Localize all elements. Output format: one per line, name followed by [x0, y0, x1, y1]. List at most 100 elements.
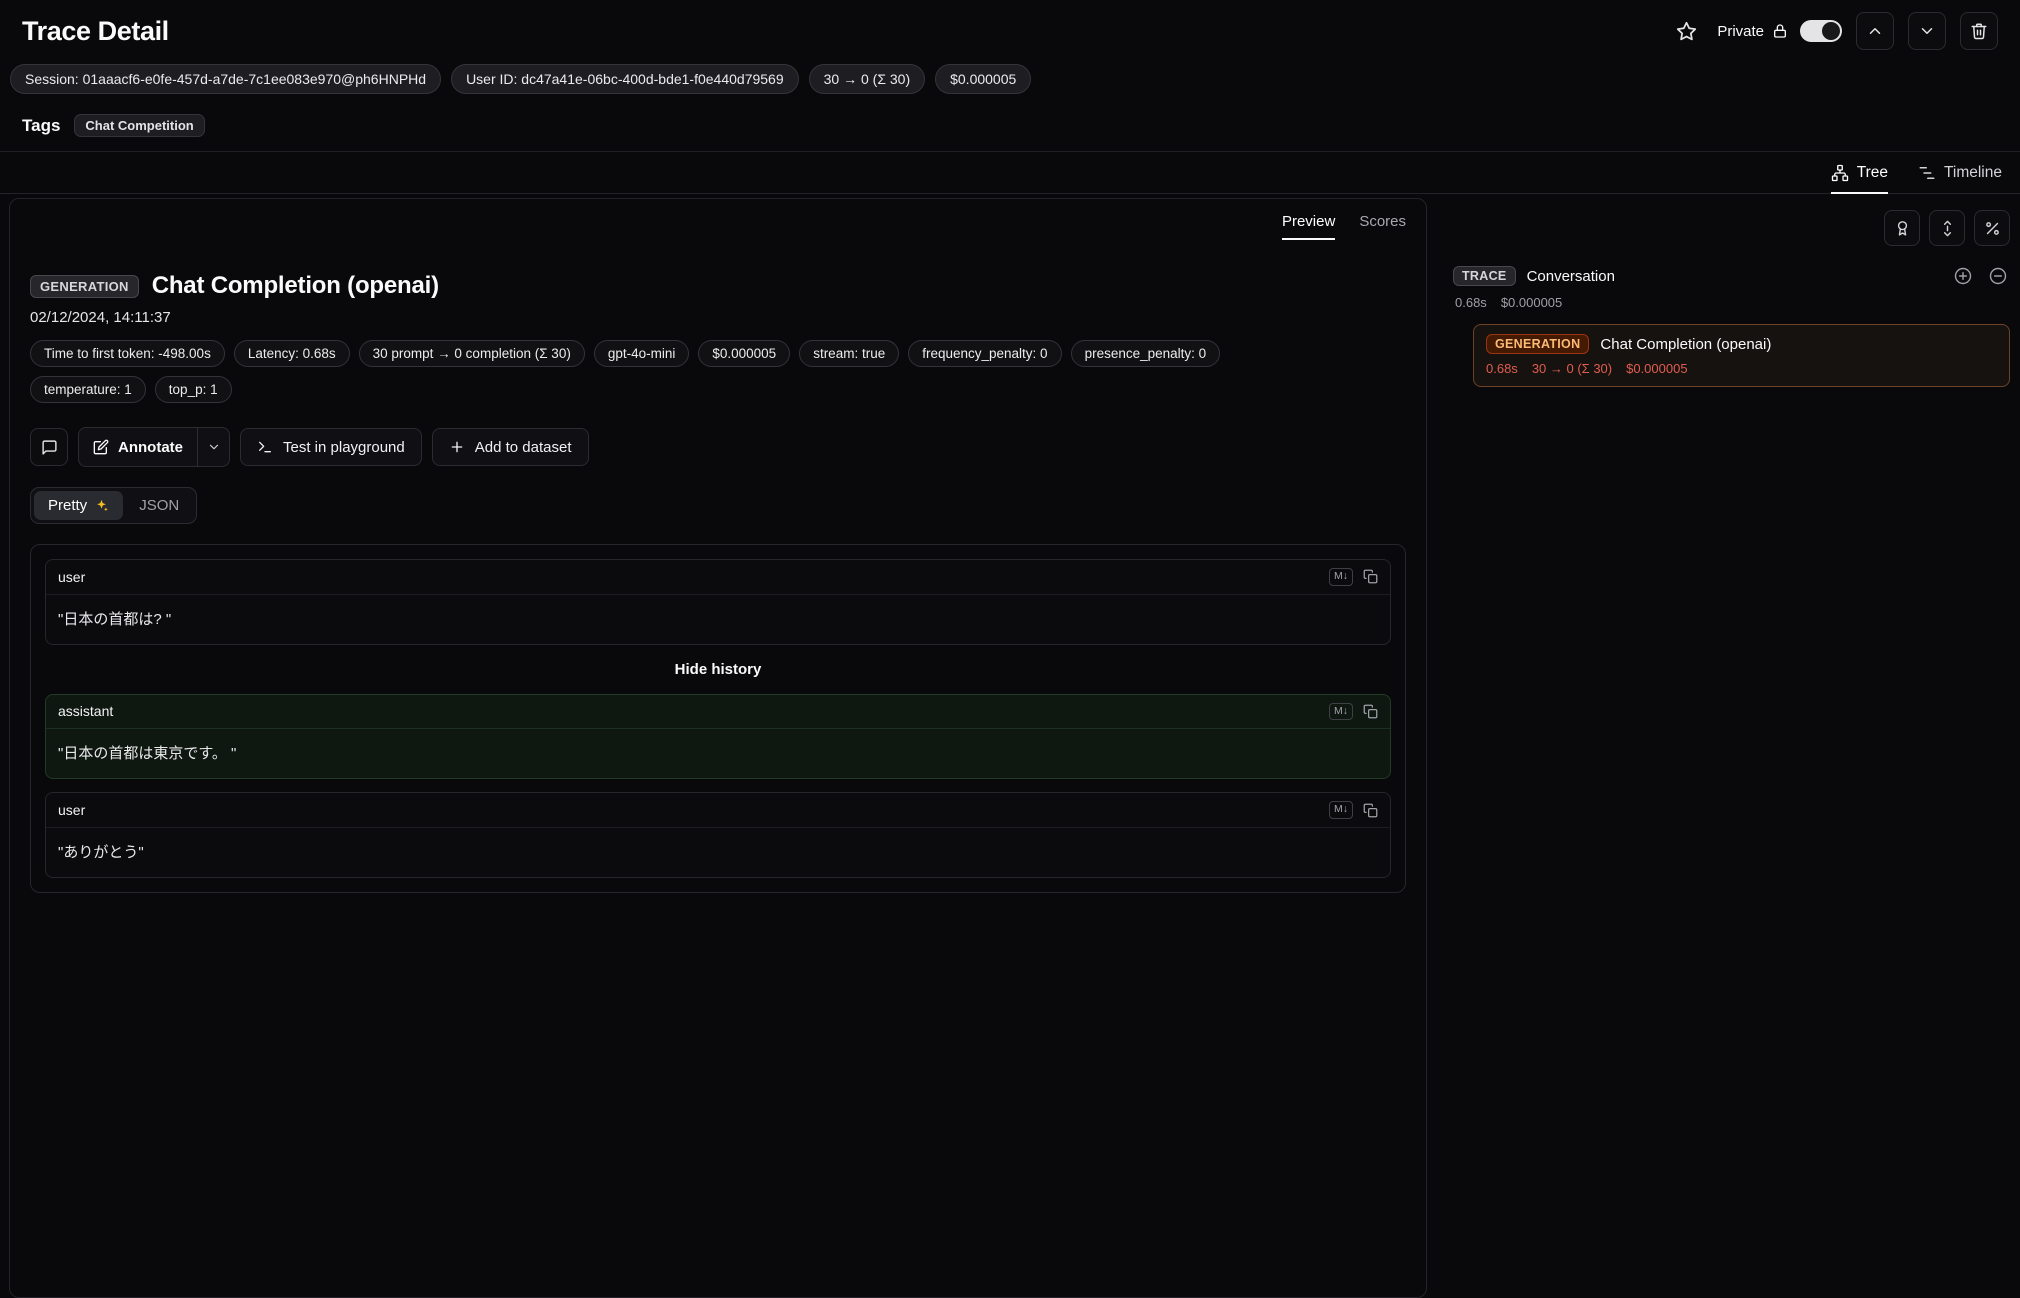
message-role: assistant: [58, 703, 114, 720]
observation-title: Chat Completion (openai): [151, 272, 439, 299]
tree-node-metrics: 0.68s 30 → 0 (Σ 30) $0.000005: [1486, 361, 1997, 376]
copy-icon[interactable]: [1363, 569, 1378, 584]
collapse-node-button[interactable]: [1986, 264, 2010, 288]
message-assistant-1: assistant M↓ "日本の首都は東京です。 ": [45, 693, 1391, 780]
comment-button[interactable]: [30, 428, 68, 466]
message-header: user M↓: [46, 560, 1390, 594]
content-split: Preview Scores GENERATION Chat Completio…: [0, 194, 2020, 1298]
page-title: Trace Detail: [22, 15, 169, 46]
message-role: user: [58, 568, 86, 585]
markdown-toggle-icon[interactable]: M↓: [1329, 801, 1353, 819]
attribute-pill: temperature: 1: [30, 376, 146, 403]
cost-badge: $0.000005: [935, 64, 1032, 94]
unfold-vertical-icon: [1943, 220, 1951, 236]
trace-title: Conversation: [1526, 267, 1615, 285]
plus-circle-icon: [1954, 267, 1972, 285]
toggle-knob: [1822, 22, 1840, 40]
generation-type-badge: GENERATION: [1486, 334, 1590, 354]
percent-icon: [1985, 221, 1999, 235]
annotations-toggle-button[interactable]: [1884, 210, 1920, 246]
next-trace-button[interactable]: [1908, 12, 1946, 50]
trace-latency: 0.68s: [1455, 295, 1487, 310]
view-tab-bar: Tree Timeline: [0, 152, 2020, 194]
pretty-toggle[interactable]: Pretty: [34, 491, 124, 520]
star-bookmark-button[interactable]: [1669, 14, 1703, 48]
json-toggle[interactable]: JSON: [125, 491, 193, 520]
expand-node-button[interactable]: [1951, 264, 1975, 288]
markdown-toggle-icon[interactable]: M↓: [1329, 702, 1353, 721]
tree-icon: [1831, 164, 1848, 182]
chevron-up-icon: [1869, 28, 1881, 34]
annotate-split-button: Annotate: [78, 427, 230, 467]
annotate-dropdown-button[interactable]: [197, 428, 229, 466]
trace-detail-page: Trace Detail Private Session: 01aaacf6-e…: [0, 0, 2020, 1298]
copy-icon[interactable]: [1363, 704, 1378, 719]
tree-node-generation[interactable]: GENERATION Chat Completion (openai) 0.68…: [1473, 324, 2010, 387]
annotate-label: Annotate: [118, 438, 183, 456]
copy-icon[interactable]: [1363, 803, 1378, 818]
trace-tree-panel: TRACE Conversation 0.68s $0.000005 GENER…: [1453, 198, 2010, 387]
comment-icon: [41, 439, 57, 455]
observation-timestamp: 02/12/2024, 14:11:37: [30, 309, 171, 326]
tag-chat-competition[interactable]: Chat Competition: [74, 114, 205, 137]
tree-node-title: Chat Completion (openai): [1600, 335, 1772, 353]
show-scores-button[interactable]: [1974, 210, 2010, 246]
expand-collapse-all-button[interactable]: [1929, 210, 1965, 246]
node-cost: $0.000005: [1626, 361, 1688, 376]
trash-icon: [1971, 23, 1987, 40]
privacy-control: Private: [1717, 20, 1842, 42]
previous-trace-button[interactable]: [1856, 12, 1894, 50]
add-to-dataset-button[interactable]: Add to dataset: [431, 428, 589, 466]
annotate-button[interactable]: Annotate: [79, 428, 197, 466]
trace-type-badge: TRACE: [1453, 266, 1516, 286]
markdown-toggle-icon[interactable]: M↓: [1329, 568, 1353, 586]
attribute-pill: frequency_penalty: 0: [908, 340, 1062, 367]
pretty-label: Pretty: [48, 497, 88, 514]
terminal-icon: [259, 441, 271, 453]
tags-label: Tags: [22, 115, 61, 135]
message-user-2: user M↓ "ありがとう": [45, 792, 1391, 878]
tree-node-header: GENERATION Chat Completion (openai): [1486, 334, 1997, 354]
message-icons: M↓: [1329, 568, 1378, 586]
message-icons: M↓: [1329, 702, 1378, 721]
message-header: user M↓: [46, 793, 1390, 827]
node-latency: 0.68s: [1486, 361, 1518, 376]
tab-scores[interactable]: Scores: [1359, 213, 1406, 240]
trace-cost: $0.000005: [1500, 295, 1563, 310]
top-bar: Trace Detail Private: [0, 0, 2020, 56]
message-content: "ありがとう": [46, 826, 1390, 877]
observation-detail-card: Preview Scores GENERATION Chat Completio…: [9, 198, 1427, 1298]
observation-type-badge: GENERATION: [30, 274, 139, 298]
hide-history-button[interactable]: Hide history: [45, 658, 1391, 681]
delete-trace-button[interactable]: [1960, 12, 1998, 50]
generation-header: GENERATION Chat Completion (openai): [30, 272, 1406, 300]
action-buttons-row: Annotate Test in playground Add to datas…: [30, 427, 1406, 467]
attribute-pill: presence_penalty: 0: [1070, 340, 1221, 367]
json-label: JSON: [139, 497, 180, 514]
tab-timeline[interactable]: Timeline: [1918, 164, 2002, 194]
trace-root-row[interactable]: TRACE Conversation: [1453, 264, 2010, 288]
star-icon: [1676, 21, 1696, 40]
attribute-pill: Time to first token: -498.00s: [30, 340, 225, 367]
test-in-playground-button[interactable]: Test in playground: [240, 428, 422, 466]
messages-container: user M↓ "日本の首都は? " Hide history assistan…: [30, 544, 1406, 893]
message-header: assistant M↓: [46, 695, 1390, 729]
sparkles-icon: [97, 499, 108, 512]
message-content: "日本の首都は東京です。 ": [46, 728, 1390, 778]
token-usage-badge: 30 → 0 (Σ 30): [808, 64, 926, 94]
message-role: user: [58, 802, 86, 819]
public-share-toggle[interactable]: [1800, 20, 1842, 42]
meta-badges-row: Session: 01aaacf6-e0fe-457d-a7de-7c1ee08…: [0, 56, 2020, 100]
chevron-down-icon: [209, 444, 218, 450]
tab-tree[interactable]: Tree: [1830, 164, 1888, 194]
tab-timeline-label: Timeline: [1944, 164, 2002, 181]
minus-circle-icon: [1989, 267, 2007, 285]
attribute-pill: top_p: 1: [154, 376, 232, 403]
attribute-pill: 30 prompt → 0 completion (Σ 30): [358, 340, 585, 367]
chevron-down-icon: [1921, 28, 1933, 34]
user-id-badge[interactable]: User ID: dc47a41e-06bc-400d-bde1-f0e440d…: [451, 64, 799, 94]
session-badge[interactable]: Session: 01aaacf6-e0fe-457d-a7de-7c1ee08…: [10, 64, 442, 94]
plus-icon: [451, 441, 463, 453]
tab-preview[interactable]: Preview: [1281, 213, 1336, 240]
add-to-dataset-label: Add to dataset: [474, 438, 572, 456]
